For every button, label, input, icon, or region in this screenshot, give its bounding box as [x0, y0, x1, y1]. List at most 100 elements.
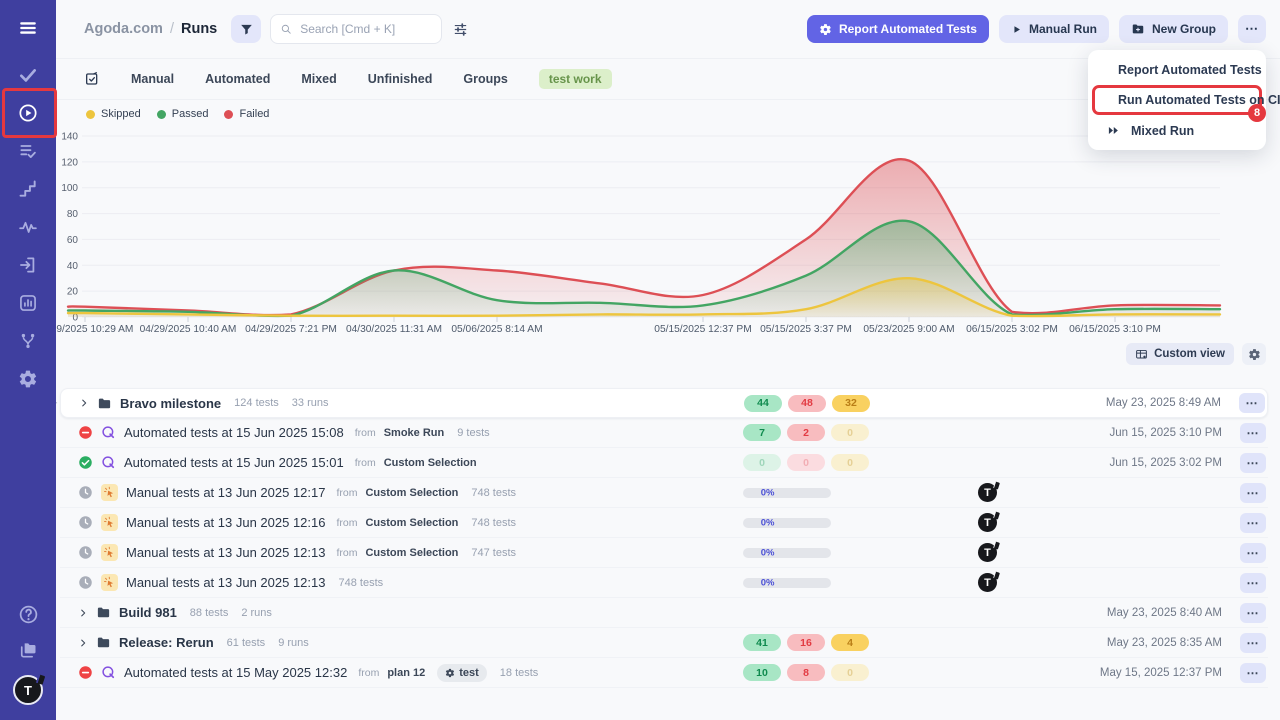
row-more-button[interactable]: ⋯ — [1240, 573, 1266, 593]
breadcrumb: Agoda.com/Runs — [84, 21, 217, 37]
row-title: Build 981 — [119, 605, 177, 620]
search-input[interactable] — [298, 21, 432, 37]
count-pill-failed: 48 — [788, 395, 826, 412]
row-chevron-icon[interactable] — [78, 638, 88, 648]
more-actions-button[interactable]: ⋯ — [1238, 15, 1266, 43]
sidebar-item-reports-chart[interactable] — [0, 284, 56, 322]
from-value: Custom Selection — [365, 547, 458, 559]
svg-text:40: 40 — [67, 261, 79, 272]
dropdown-item[interactable]: Run Automated Tests on CI — [1095, 88, 1259, 112]
table-row[interactable]: Manual tests at 13 Jun 2025 12:13748 tes… — [60, 568, 1268, 598]
dropdown-item[interactable]: Mixed Run — [1088, 118, 1266, 143]
row-counts: 0% — [743, 548, 875, 558]
display-settings-button[interactable] — [452, 21, 469, 38]
count-pill-skipped: 0 — [831, 664, 869, 681]
test-work-tag[interactable]: test work — [539, 69, 612, 89]
filter-button[interactable] — [231, 15, 261, 43]
row-more-button[interactable]: ⋯ — [1240, 633, 1266, 653]
table-row[interactable]: Manual tests at 13 Jun 2025 12:16fromCus… — [60, 508, 1268, 538]
manual-run-icon — [101, 574, 118, 591]
svg-text:100: 100 — [61, 183, 78, 194]
row-assignee-cell: T — [875, 543, 1005, 562]
sidebar-item-branches[interactable] — [0, 322, 56, 360]
tab-automated[interactable]: Automated — [205, 72, 270, 86]
table-row[interactable]: Automated tests at 15 Jun 2025 15:01from… — [60, 448, 1268, 478]
row-chevron-icon[interactable] — [78, 608, 88, 618]
progress-bar: 0% — [743, 548, 831, 558]
table-row[interactable]: Release: Rerun61 tests9 runs41164May 23,… — [60, 628, 1268, 658]
runs-list-icon — [84, 71, 100, 87]
line-failed — [68, 159, 1220, 315]
row-more-button[interactable]: ⋯ — [1240, 483, 1266, 503]
tag-pill[interactable]: test — [437, 664, 487, 682]
projects-folders-icon — [18, 640, 38, 660]
table-row[interactable]: Manual tests at 13 Jun 2025 12:17fromCus… — [60, 478, 1268, 508]
branches-icon — [18, 331, 38, 351]
count-pill-passed: 44 — [744, 395, 782, 412]
new-group-button[interactable]: New Group — [1119, 15, 1228, 43]
table-row[interactable]: Automated tests at 15 Jun 2025 15:08from… — [60, 418, 1268, 448]
tab-groups[interactable]: Groups — [463, 72, 507, 86]
dropdown-item-label: Mixed Run — [1131, 124, 1194, 138]
sidebar-menu-button[interactable] — [0, 0, 56, 56]
svg-text:05/06/2025 8:14 AM: 05/06/2025 8:14 AM — [451, 324, 542, 335]
row-more-button[interactable]: ⋯ — [1239, 393, 1265, 413]
row-meta: 33 runs — [292, 397, 329, 409]
row-assignee-cell: T — [875, 513, 1005, 532]
custom-view-button[interactable]: Custom view — [1126, 343, 1234, 365]
sidebar-item-milestones-steps[interactable] — [0, 170, 56, 208]
search-box — [270, 14, 442, 44]
table-row[interactable]: Bravo milestone124 tests33 runs444832May… — [60, 388, 1268, 418]
tab-unfinished[interactable]: Unfinished — [368, 72, 433, 86]
progress-value: 0% — [761, 547, 775, 558]
svg-text:05/23/2025 9:00 AM: 05/23/2025 9:00 AM — [863, 324, 954, 335]
testomat-logo[interactable]: T — [13, 675, 43, 705]
tab-manual[interactable]: Manual — [131, 72, 174, 86]
run-status-icon — [78, 575, 93, 590]
view-toolbar: Custom view — [56, 338, 1280, 370]
count-pill-passed: 10 — [743, 664, 781, 681]
row-more-button[interactable]: ⋯ — [1240, 453, 1266, 473]
table-row[interactable]: Manual tests at 13 Jun 2025 12:13fromCus… — [60, 538, 1268, 568]
row-assignee-cell: T — [875, 573, 1005, 592]
row-counts: 0% — [743, 518, 875, 528]
report-automated-tests-button[interactable]: Report Automated Tests — [807, 15, 989, 43]
sidebar-item-settings-gear[interactable] — [0, 360, 56, 398]
table-settings-button[interactable] — [1242, 343, 1266, 365]
row-more-button[interactable]: ⋯ — [1240, 423, 1266, 443]
manual-run-button[interactable]: Manual Run — [999, 15, 1109, 43]
sidebar-item-plans-list[interactable] — [0, 132, 56, 170]
tab-mixed[interactable]: Mixed — [301, 72, 336, 86]
sidebar-item-tests-check[interactable] — [0, 56, 56, 94]
sidebar-item-projects-folders[interactable] — [18, 640, 38, 660]
row-more-button[interactable]: ⋯ — [1240, 603, 1266, 623]
table-row[interactable]: Automated tests at 15 May 2025 12:32from… — [60, 658, 1268, 688]
row-title: Automated tests at 15 Jun 2025 15:01 — [124, 455, 344, 470]
sidebar-item-analytics-pulse[interactable] — [0, 208, 56, 246]
passed-status-icon — [78, 455, 93, 470]
row-title: Manual tests at 13 Jun 2025 12:13 — [126, 575, 325, 590]
menu-icon — [18, 18, 38, 38]
chevron-right-icon — [78, 638, 88, 648]
row-assignee-cell: T — [875, 483, 1005, 502]
table-row[interactable]: Build 98188 tests2 runsMay 23, 2025 8:40… — [60, 598, 1268, 628]
funnel-icon — [239, 22, 254, 37]
analytics-pulse-icon — [18, 217, 38, 237]
row-more-button[interactable]: ⋯ — [1240, 543, 1266, 563]
sidebar-item-help[interactable] — [18, 604, 39, 625]
row-title: Automated tests at 15 May 2025 12:32 — [124, 665, 347, 680]
row-title: Release: Rerun — [119, 635, 214, 650]
row-date: May 23, 2025 8:40 AM — [1005, 607, 1232, 619]
actions-dropdown: Report Automated Tests Run Automated Test… — [1088, 50, 1266, 150]
sidebar-item-runs-play[interactable] — [0, 94, 56, 132]
assignee-avatar: T — [978, 513, 997, 532]
breadcrumb-project[interactable]: Agoda.com — [84, 21, 163, 37]
count-pill-failed: 0 — [787, 454, 825, 471]
row-more-button[interactable]: ⋯ — [1240, 513, 1266, 533]
topbar-actions: Report Automated Tests Manual Run New Gr… — [807, 15, 1266, 43]
dropdown-item[interactable]: Report Automated Tests — [1088, 57, 1266, 82]
row-meta: 18 tests — [500, 667, 539, 679]
sidebar-item-import-box[interactable] — [0, 246, 56, 284]
row-chevron-icon[interactable] — [79, 398, 89, 408]
row-more-button[interactable]: ⋯ — [1240, 663, 1266, 683]
